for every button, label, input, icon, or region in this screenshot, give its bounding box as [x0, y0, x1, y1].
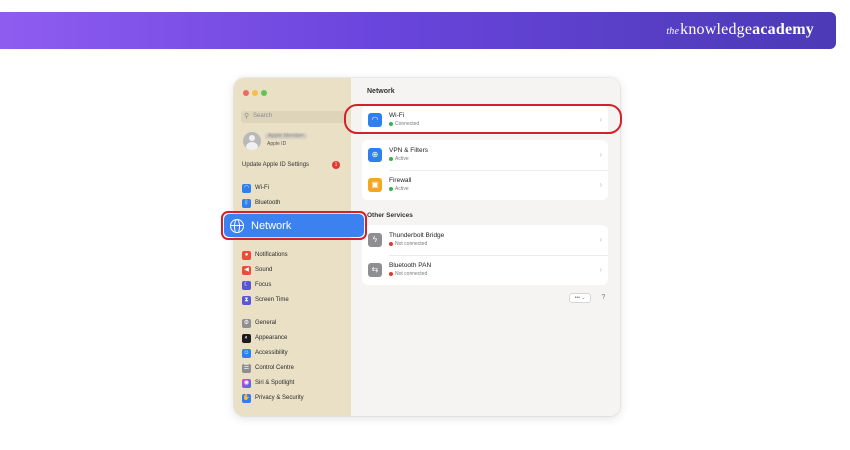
service-row-vpn[interactable]: ⊕ VPN & Filters Active › — [362, 140, 608, 170]
sidebar-item-bluetooth[interactable]: ᛒ Bluetooth — [242, 198, 280, 208]
sidebar-item-label: Sound — [255, 267, 273, 273]
sidebar-item-label: Network — [251, 219, 292, 232]
service-status: Active — [389, 186, 409, 192]
vpn-icon: ⊕ — [368, 148, 382, 162]
sidebar-item-label: Accessibility — [255, 350, 288, 356]
sidebar-item-accessibility[interactable]: ☺ Accessibility — [242, 348, 288, 358]
service-status: Active — [389, 156, 409, 162]
search-icon: ⚲ — [244, 113, 250, 120]
sidebar-item-wifi[interactable]: ◠ Wi-Fi — [242, 183, 269, 193]
sidebar-item-screen-time[interactable]: ⧗ Screen Time — [242, 295, 289, 305]
wifi-icon: ◠ — [242, 183, 251, 193]
status-dot — [389, 187, 393, 191]
sidebar-item-label: Screen Time — [255, 297, 289, 303]
close-window-button[interactable] — [243, 90, 249, 96]
service-row-bluetooth-pan[interactable]: ⇆ Bluetooth PAN Not connected › — [362, 255, 608, 285]
sidebar-item-privacy-security[interactable]: ✋ Privacy & Security — [242, 393, 304, 403]
service-title: Firewall — [389, 177, 412, 184]
moon-icon: ☾ — [242, 280, 251, 290]
sidebar-item-label: Bluetooth — [255, 200, 281, 206]
sidebar-item-label: Control Centre — [255, 365, 295, 371]
control-centre-icon: ☰ — [242, 363, 251, 373]
brand-logo: theknowledgeacademy — [666, 21, 814, 38]
service-row-thunderbolt[interactable]: ϟ Thunderbolt Bridge Not connected › — [362, 225, 608, 255]
sidebar-item-notifications[interactable]: ● Notifications — [242, 250, 288, 260]
brand-banner: theknowledgeacademy — [0, 12, 836, 49]
chevron-right-icon: › — [599, 265, 602, 274]
search-input[interactable]: ⚲ Search — [241, 111, 345, 123]
service-title: Bluetooth PAN — [389, 262, 432, 269]
globe-icon — [230, 218, 244, 233]
service-status: Not connected — [389, 271, 427, 277]
service-title: Thunderbolt Bridge — [389, 232, 445, 239]
search-placeholder: Search — [253, 113, 273, 119]
sidebar-item-label: Focus — [255, 282, 272, 288]
sidebar-item-general[interactable]: ⚙ General — [242, 318, 276, 328]
sidebar-item-label: Notifications — [255, 252, 288, 258]
sidebar-item-label: Wi-Fi — [255, 185, 269, 191]
sidebar-item-sound[interactable]: ◀ Sound — [242, 265, 272, 275]
notification-badge: 1 — [332, 161, 340, 169]
help-button[interactable]: ? — [598, 292, 609, 303]
sidebar-item-focus[interactable]: ☾ Focus — [242, 280, 271, 290]
service-title: VPN & Filters — [389, 147, 429, 154]
accessibility-icon: ☺ — [242, 348, 251, 358]
update-apple-id-link[interactable]: Update Apple ID Settings — [242, 162, 309, 168]
speaker-icon: ◀ — [242, 265, 251, 275]
bell-icon: ● — [242, 250, 251, 260]
sidebar-item-appearance[interactable]: ◐ Appearance — [242, 333, 287, 343]
account-name[interactable]: Apple Member — [265, 133, 307, 139]
gear-icon: ⚙ — [242, 318, 251, 328]
chevron-right-icon: › — [599, 180, 602, 189]
sidebar-item-label: Appearance — [255, 335, 288, 341]
zoom-window-button[interactable] — [261, 90, 267, 96]
siri-icon: ◉ — [242, 378, 251, 388]
more-options-button[interactable]: ••• ⌄ — [569, 293, 591, 303]
wifi-highlight-outline — [344, 104, 622, 134]
chevron-right-icon: › — [599, 235, 602, 244]
sidebar-item-siri-spotlight[interactable]: ◉ Siri & Spotlight — [242, 378, 294, 388]
sidebar-item-label: Privacy & Security — [255, 395, 304, 401]
security-card: ⊕ VPN & Filters Active › ▣ Firewall Acti… — [362, 140, 608, 200]
section-heading: Other Services — [367, 212, 413, 219]
firewall-icon: ▣ — [368, 178, 382, 192]
service-status: Not connected — [389, 241, 427, 247]
hand-icon: ✋ — [242, 393, 251, 403]
account-subtitle: Apple ID — [267, 141, 287, 147]
status-dot — [389, 242, 393, 246]
sidebar-item-label: Siri & Spotlight — [255, 380, 295, 386]
ethernet-icon: ⇆ — [368, 263, 382, 277]
sidebar: ⚲ Search Apple Member Apple ID Update Ap… — [234, 78, 351, 416]
sidebar-item-label: General — [255, 320, 277, 326]
page-title: Network — [367, 88, 395, 95]
status-dot — [389, 272, 393, 276]
chevron-right-icon: › — [599, 150, 602, 159]
thunderbolt-icon: ϟ — [368, 233, 382, 247]
appearance-icon: ◐ — [242, 333, 251, 343]
minimize-window-button[interactable] — [252, 90, 258, 96]
status-dot — [389, 157, 393, 161]
other-services-card: ϟ Thunderbolt Bridge Not connected › ⇆ B… — [362, 225, 608, 285]
sidebar-item-control-centre[interactable]: ☰ Control Centre — [242, 363, 294, 373]
hourglass-icon: ⧗ — [242, 295, 251, 305]
avatar[interactable] — [243, 132, 261, 150]
service-row-firewall[interactable]: ▣ Firewall Active › — [362, 170, 608, 200]
bluetooth-icon: ᛒ — [242, 198, 251, 208]
sidebar-item-network[interactable]: Network — [224, 214, 364, 237]
